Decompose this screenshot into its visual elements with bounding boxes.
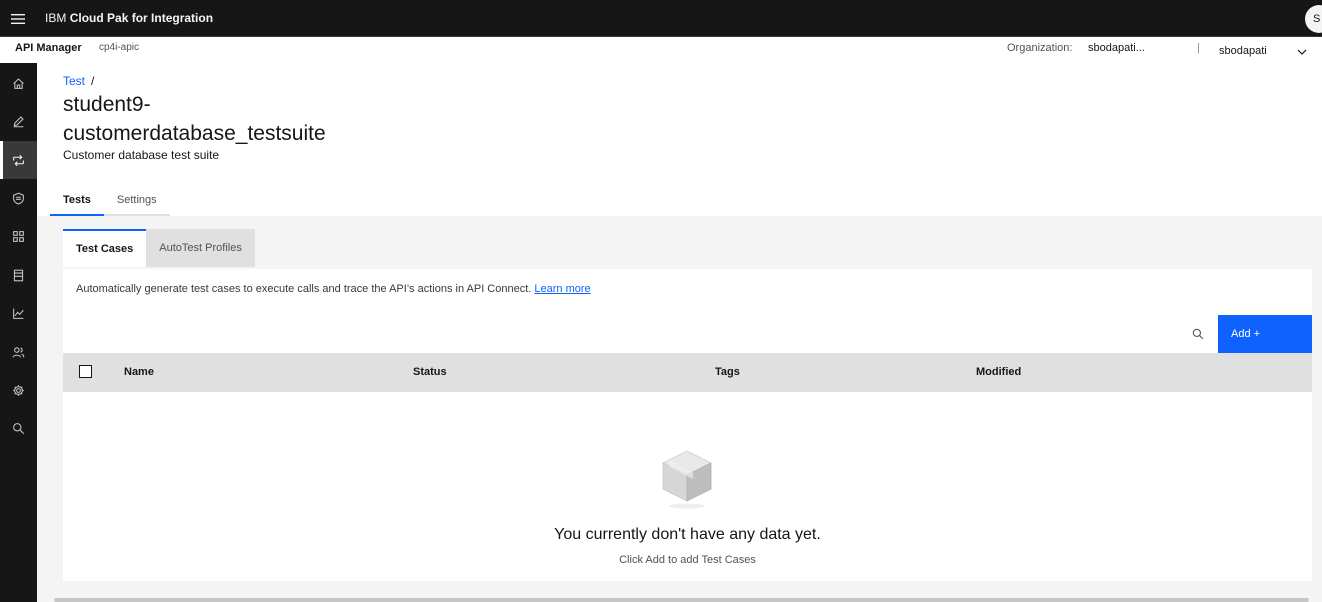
search-icon xyxy=(1192,328,1204,340)
edit-icon[interactable] xyxy=(0,102,37,140)
catalog-icon[interactable] xyxy=(0,256,37,294)
apps-icon[interactable] xyxy=(0,217,37,255)
table-header: Name Status Tags Modified xyxy=(63,353,1312,392)
tab-autotest-profiles[interactable]: AutoTest Profiles xyxy=(146,229,255,267)
settings-icon[interactable] xyxy=(0,371,37,409)
main-tabs: Tests Settings xyxy=(50,186,170,216)
sub-header: API Manager cp4i-apic Organization: sbod… xyxy=(0,37,1322,63)
shield-icon[interactable] xyxy=(0,179,37,217)
app-name: API Manager xyxy=(15,42,82,54)
tab-test-cases[interactable]: Test Cases xyxy=(63,229,147,267)
page-subtitle: Customer database test suite xyxy=(63,148,220,162)
product-name[interactable]: IBM Cloud Pak for Integration xyxy=(45,11,213,25)
column-header-tags[interactable]: Tags xyxy=(715,366,740,378)
empty-box-icon xyxy=(662,450,712,509)
analytics-icon[interactable] xyxy=(0,294,37,332)
divider: | xyxy=(1197,42,1200,54)
breadcrumb-separator: / xyxy=(91,74,95,88)
sub-tabs: Test Cases AutoTest Profiles xyxy=(63,229,255,267)
user-menu[interactable]: sbodapati xyxy=(1219,45,1267,57)
description: Automatically generate test cases to exe… xyxy=(76,283,591,295)
column-header-status[interactable]: Status xyxy=(413,366,447,378)
select-all-checkbox[interactable] xyxy=(79,365,92,378)
empty-state-title: You currently don't have any data yet. xyxy=(554,526,821,543)
tab-settings[interactable]: Settings xyxy=(103,186,170,216)
avatar[interactable]: S xyxy=(1305,5,1322,33)
top-header: IBM Cloud Pak for Integration S xyxy=(0,0,1322,37)
test-icon[interactable] xyxy=(0,141,37,179)
breadcrumb: Test / xyxy=(63,74,94,88)
organization-label: Organization: xyxy=(1007,42,1073,54)
page-title: student9-customerdatabase_testsuite xyxy=(63,93,326,145)
instance-name: cp4i-apic xyxy=(99,42,140,53)
empty-state-subtitle: Click Add to add Test Cases xyxy=(619,554,756,566)
search-button[interactable] xyxy=(1183,315,1213,353)
members-icon[interactable] xyxy=(0,333,37,371)
home-icon[interactable] xyxy=(0,64,37,102)
breadcrumb-link-test[interactable]: Test xyxy=(63,74,85,88)
tab-tests[interactable]: Tests xyxy=(50,186,104,216)
side-navigation xyxy=(0,63,37,602)
search-icon[interactable] xyxy=(0,409,37,447)
brand-name: Cloud Pak for Integration xyxy=(69,11,214,25)
description-text: Automatically generate test cases to exe… xyxy=(76,283,532,295)
column-header-modified[interactable]: Modified xyxy=(976,366,1021,378)
menu-icon[interactable] xyxy=(0,0,35,37)
add-button[interactable]: Add + xyxy=(1218,315,1312,353)
learn-more-link[interactable]: Learn more xyxy=(534,283,590,295)
test-cases-panel: Automatically generate test cases to exe… xyxy=(63,269,1312,581)
chevron-down-icon[interactable] xyxy=(1297,47,1307,57)
brand-prefix: IBM xyxy=(45,11,67,25)
column-header-name[interactable]: Name xyxy=(124,366,154,378)
organization-selector[interactable]: sbodapati... xyxy=(1088,42,1145,54)
horizontal-scrollbar[interactable] xyxy=(54,598,1309,602)
avatar-initial: S xyxy=(1313,13,1321,25)
